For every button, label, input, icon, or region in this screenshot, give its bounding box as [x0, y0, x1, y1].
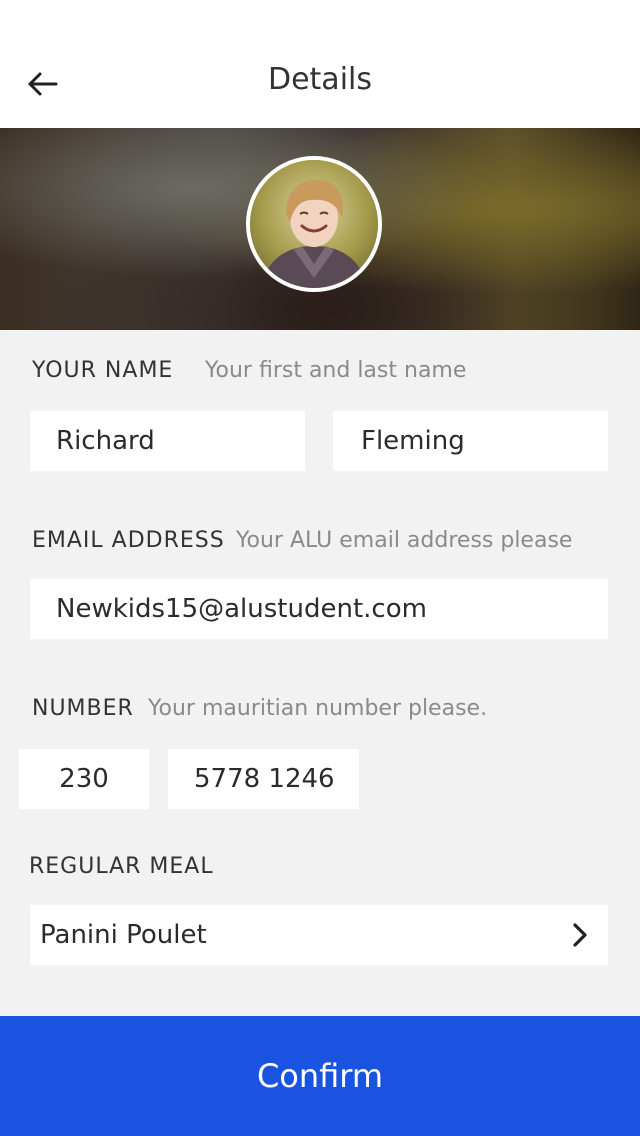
- name-hint: Your first and last name: [205, 358, 467, 383]
- email-label: EMAIL ADDRESS: [32, 528, 225, 553]
- email-value: Newkids15@alustudent.com: [56, 594, 427, 624]
- chevron-right-icon: [573, 923, 587, 947]
- number-hint: Your mauritian number please.: [148, 696, 488, 721]
- phone-field[interactable]: 5778 1246: [168, 749, 359, 809]
- first-name-value: Richard: [56, 426, 155, 456]
- header-bar: Details: [0, 0, 640, 128]
- meal-label: REGULAR MEAL: [29, 854, 214, 879]
- email-field[interactable]: Newkids15@alustudent.com: [30, 579, 608, 639]
- email-hint: Your ALU email address please: [236, 528, 573, 553]
- avatar[interactable]: [246, 156, 382, 292]
- meal-value: Panini Poulet: [40, 920, 207, 950]
- last-name-value: Fleming: [361, 426, 465, 456]
- page-title: Details: [267, 62, 372, 97]
- meal-select[interactable]: Panini Poulet: [30, 905, 608, 965]
- first-name-field[interactable]: Richard: [30, 411, 305, 471]
- name-label: YOUR NAME: [32, 358, 174, 383]
- confirm-button[interactable]: Confirm: [0, 1016, 640, 1136]
- user-photo: [250, 160, 378, 288]
- last-name-field[interactable]: Fleming: [333, 411, 608, 471]
- country-code-field[interactable]: 230: [19, 749, 149, 809]
- country-code-value: 230: [59, 764, 109, 794]
- phone-value: 5778 1246: [194, 764, 335, 794]
- number-label: NUMBER: [32, 696, 134, 721]
